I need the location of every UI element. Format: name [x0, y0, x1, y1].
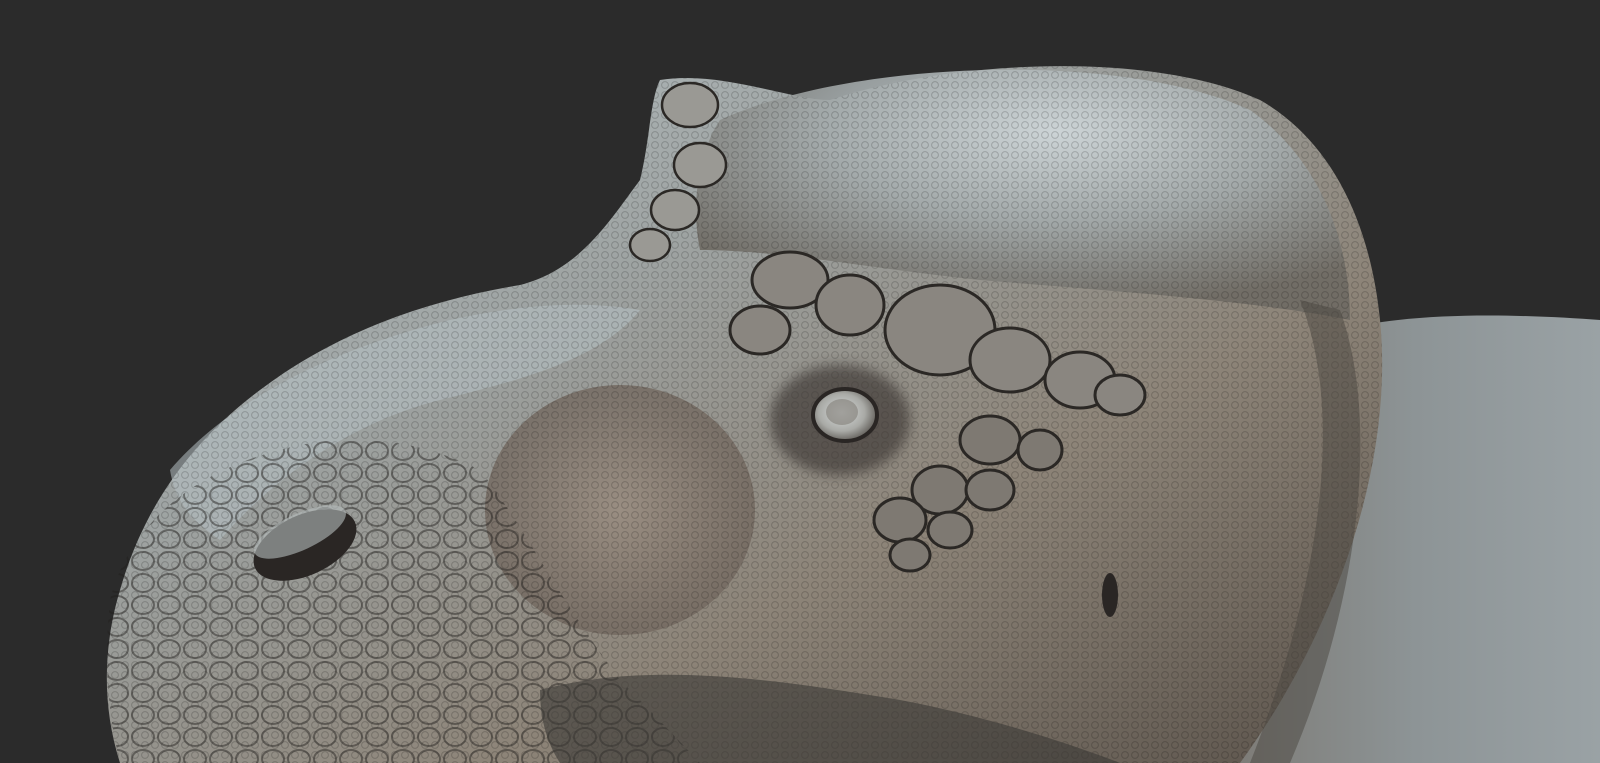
sculpt-render: [106, 66, 1600, 763]
ear-opening: [1102, 573, 1118, 617]
viewport: [0, 0, 1600, 763]
